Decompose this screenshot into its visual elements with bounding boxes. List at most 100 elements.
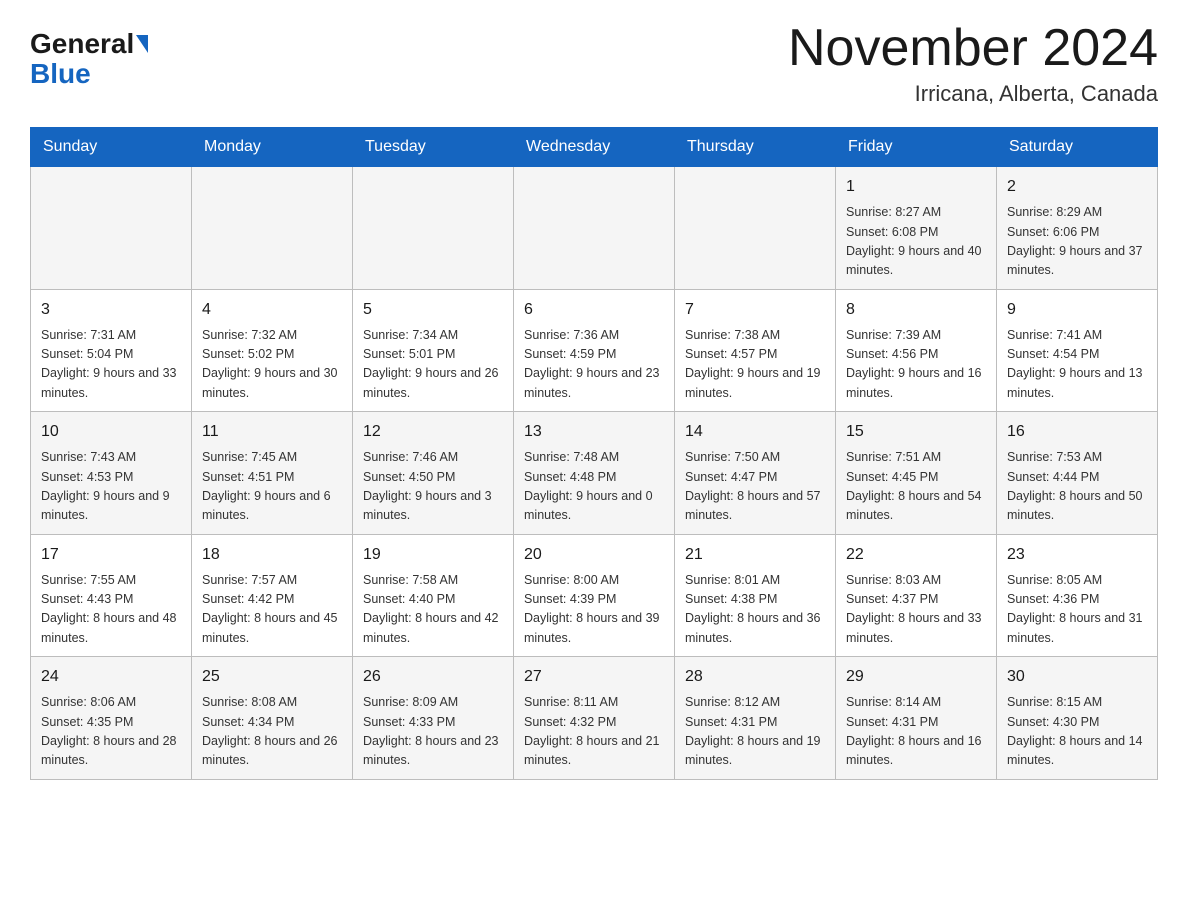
day-number: 19	[363, 543, 503, 567]
week-row-3: 10Sunrise: 7:43 AM Sunset: 4:53 PM Dayli…	[31, 412, 1158, 535]
calendar-cell: 8Sunrise: 7:39 AM Sunset: 4:56 PM Daylig…	[836, 289, 997, 412]
day-number: 15	[846, 420, 986, 444]
day-number: 18	[202, 543, 342, 567]
day-number: 14	[685, 420, 825, 444]
day-number: 6	[524, 298, 664, 322]
day-number: 23	[1007, 543, 1147, 567]
day-number: 17	[41, 543, 181, 567]
day-info: Sunrise: 7:48 AM Sunset: 4:48 PM Dayligh…	[524, 448, 664, 526]
calendar-cell: 30 Sunrise: 8:15 AM Sunset: 4:30 PM Dayli…	[997, 657, 1158, 780]
calendar-cell: 7Sunrise: 7:38 AM Sunset: 4:57 PM Daylig…	[675, 289, 836, 412]
calendar-cell: 25 Sunrise: 8:08 AM Sunset: 4:34 PM Dayli…	[192, 657, 353, 780]
calendar-cell	[192, 167, 353, 290]
week-row-2: 3 Sunrise: 7:31 AM Sunset: 5:04 PM Daylig…	[31, 289, 1158, 412]
day-info: Sunrise: 8:14 AM Sunset: 4:31 PM Dayligh…	[846, 693, 986, 771]
day-info: Sunrise: 8:03 AM Sunset: 4:37 PM Dayligh…	[846, 571, 986, 649]
calendar-cell: 10Sunrise: 7:43 AM Sunset: 4:53 PM Dayli…	[31, 412, 192, 535]
day-number: 4	[202, 298, 342, 322]
day-info: Sunrise: 8:15 AM Sunset: 4:30 PM Dayligh…	[1007, 693, 1147, 771]
calendar-cell: 29 Sunrise: 8:14 AM Sunset: 4:31 PM Dayli…	[836, 657, 997, 780]
header-wednesday: Wednesday	[514, 128, 675, 167]
calendar-cell	[31, 167, 192, 290]
week-row-4: 17 Sunrise: 7:55 AM Sunset: 4:43 PM Dayli…	[31, 534, 1158, 657]
day-number: 3	[41, 298, 181, 322]
day-number: 21	[685, 543, 825, 567]
calendar-cell: 9Sunrise: 7:41 AM Sunset: 4:54 PM Daylig…	[997, 289, 1158, 412]
calendar-cell: 3 Sunrise: 7:31 AM Sunset: 5:04 PM Daylig…	[31, 289, 192, 412]
week-row-5: 24 Sunrise: 8:06 AM Sunset: 4:35 PM Dayli…	[31, 657, 1158, 780]
calendar-cell: 15 Sunrise: 7:51 AM Sunset: 4:45 PM Dayli…	[836, 412, 997, 535]
day-info: Sunrise: 8:09 AM Sunset: 4:33 PM Dayligh…	[363, 693, 503, 771]
header-friday: Friday	[836, 128, 997, 167]
calendar-cell: 1Sunrise: 8:27 AM Sunset: 6:08 PM Daylig…	[836, 167, 997, 290]
calendar-cell: 12Sunrise: 7:46 AM Sunset: 4:50 PM Dayli…	[353, 412, 514, 535]
day-number: 12	[363, 420, 503, 444]
day-number: 26	[363, 665, 503, 689]
day-info: Sunrise: 7:45 AM Sunset: 4:51 PM Dayligh…	[202, 448, 342, 526]
header-monday: Monday	[192, 128, 353, 167]
day-info: Sunrise: 7:39 AM Sunset: 4:56 PM Dayligh…	[846, 326, 986, 404]
day-info: Sunrise: 8:08 AM Sunset: 4:34 PM Dayligh…	[202, 693, 342, 771]
calendar-cell: 27Sunrise: 8:11 AM Sunset: 4:32 PM Dayli…	[514, 657, 675, 780]
day-info: Sunrise: 7:58 AM Sunset: 4:40 PM Dayligh…	[363, 571, 503, 649]
calendar-cell	[514, 167, 675, 290]
day-info: Sunrise: 7:43 AM Sunset: 4:53 PM Dayligh…	[41, 448, 181, 526]
calendar-cell: 28Sunrise: 8:12 AM Sunset: 4:31 PM Dayli…	[675, 657, 836, 780]
day-number: 28	[685, 665, 825, 689]
day-number: 29	[846, 665, 986, 689]
week-row-1: 1Sunrise: 8:27 AM Sunset: 6:08 PM Daylig…	[31, 167, 1158, 290]
month-year-title: November 2024	[788, 20, 1158, 77]
day-info: Sunrise: 7:55 AM Sunset: 4:43 PM Dayligh…	[41, 571, 181, 649]
day-info: Sunrise: 7:53 AM Sunset: 4:44 PM Dayligh…	[1007, 448, 1147, 526]
calendar-cell: 2 Sunrise: 8:29 AM Sunset: 6:06 PM Daylig…	[997, 167, 1158, 290]
header-sunday: Sunday	[31, 128, 192, 167]
day-info: Sunrise: 7:50 AM Sunset: 4:47 PM Dayligh…	[685, 448, 825, 526]
header-saturday: Saturday	[997, 128, 1158, 167]
day-number: 16	[1007, 420, 1147, 444]
logo: General Blue	[30, 20, 148, 90]
calendar-cell	[353, 167, 514, 290]
day-number: 11	[202, 420, 342, 444]
day-info: Sunrise: 7:57 AM Sunset: 4:42 PM Dayligh…	[202, 571, 342, 649]
day-info: Sunrise: 8:01 AM Sunset: 4:38 PM Dayligh…	[685, 571, 825, 649]
day-info: Sunrise: 7:31 AM Sunset: 5:04 PM Dayligh…	[41, 326, 181, 404]
day-info: Sunrise: 7:41 AM Sunset: 4:54 PM Dayligh…	[1007, 326, 1147, 404]
day-info: Sunrise: 7:51 AM Sunset: 4:45 PM Dayligh…	[846, 448, 986, 526]
day-info: Sunrise: 7:34 AM Sunset: 5:01 PM Dayligh…	[363, 326, 503, 404]
location-subtitle: Irricana, Alberta, Canada	[788, 81, 1158, 107]
day-number: 13	[524, 420, 664, 444]
day-info: Sunrise: 7:38 AM Sunset: 4:57 PM Dayligh…	[685, 326, 825, 404]
page-header: General Blue November 2024 Irricana, Alb…	[30, 20, 1158, 107]
day-info: Sunrise: 8:29 AM Sunset: 6:06 PM Dayligh…	[1007, 203, 1147, 281]
calendar-cell: 11 Sunrise: 7:45 AM Sunset: 4:51 PM Dayli…	[192, 412, 353, 535]
calendar-cell: 23 Sunrise: 8:05 AM Sunset: 4:36 PM Dayli…	[997, 534, 1158, 657]
day-number: 25	[202, 665, 342, 689]
day-number: 5	[363, 298, 503, 322]
calendar-cell: 22 Sunrise: 8:03 AM Sunset: 4:37 PM Dayli…	[836, 534, 997, 657]
day-info: Sunrise: 8:06 AM Sunset: 4:35 PM Dayligh…	[41, 693, 181, 771]
calendar-cell: 13 Sunrise: 7:48 AM Sunset: 4:48 PM Dayli…	[514, 412, 675, 535]
day-info: Sunrise: 7:32 AM Sunset: 5:02 PM Dayligh…	[202, 326, 342, 404]
logo-triangle-icon	[136, 35, 148, 53]
weekday-header-row: Sunday Monday Tuesday Wednesday Thursday…	[31, 128, 1158, 167]
calendar-cell: 18 Sunrise: 7:57 AM Sunset: 4:42 PM Dayli…	[192, 534, 353, 657]
day-number: 2	[1007, 175, 1147, 199]
day-info: Sunrise: 7:36 AM Sunset: 4:59 PM Dayligh…	[524, 326, 664, 404]
day-number: 30	[1007, 665, 1147, 689]
calendar-cell: 17 Sunrise: 7:55 AM Sunset: 4:43 PM Dayli…	[31, 534, 192, 657]
calendar-cell: 6 Sunrise: 7:36 AM Sunset: 4:59 PM Daylig…	[514, 289, 675, 412]
logo-blue-text: Blue	[30, 58, 91, 90]
calendar-cell: 20 Sunrise: 8:00 AM Sunset: 4:39 PM Dayli…	[514, 534, 675, 657]
day-info: Sunrise: 8:27 AM Sunset: 6:08 PM Dayligh…	[846, 203, 986, 281]
day-info: Sunrise: 8:00 AM Sunset: 4:39 PM Dayligh…	[524, 571, 664, 649]
day-number: 20	[524, 543, 664, 567]
calendar-table: Sunday Monday Tuesday Wednesday Thursday…	[30, 127, 1158, 780]
day-number: 22	[846, 543, 986, 567]
calendar-cell: 24 Sunrise: 8:06 AM Sunset: 4:35 PM Dayli…	[31, 657, 192, 780]
calendar-cell: 14 Sunrise: 7:50 AM Sunset: 4:47 PM Dayli…	[675, 412, 836, 535]
day-number: 24	[41, 665, 181, 689]
calendar-cell: 4 Sunrise: 7:32 AM Sunset: 5:02 PM Daylig…	[192, 289, 353, 412]
day-info: Sunrise: 8:05 AM Sunset: 4:36 PM Dayligh…	[1007, 571, 1147, 649]
calendar-cell: 21 Sunrise: 8:01 AM Sunset: 4:38 PM Dayli…	[675, 534, 836, 657]
day-number: 27	[524, 665, 664, 689]
